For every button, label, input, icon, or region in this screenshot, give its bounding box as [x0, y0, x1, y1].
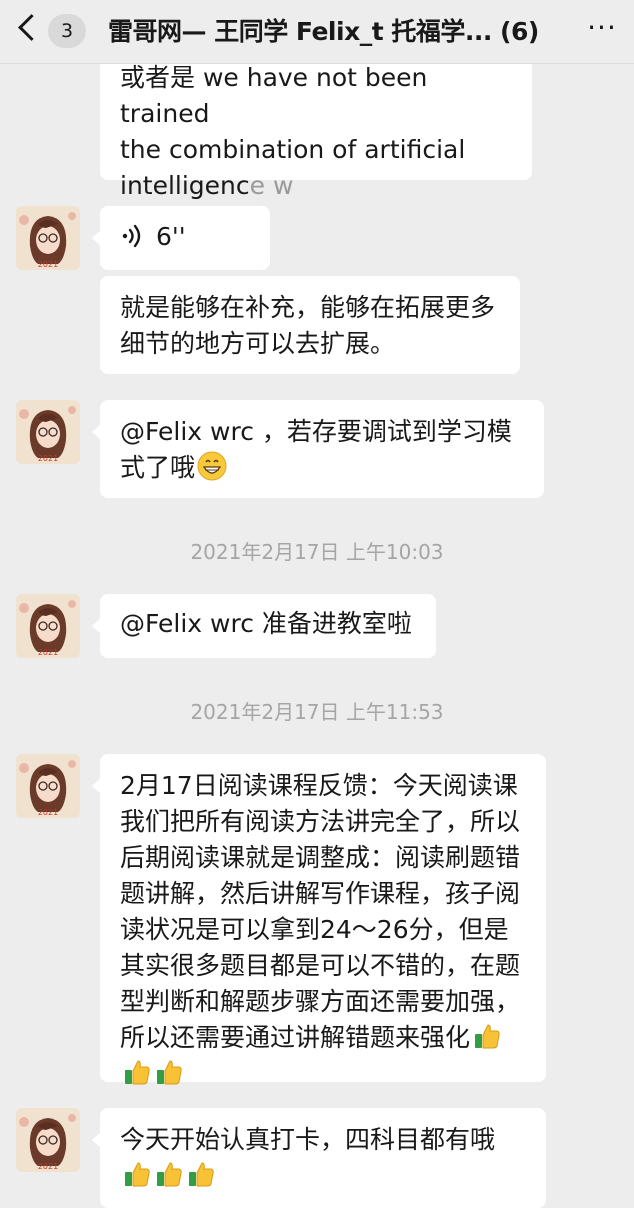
avatar-year: 2021 [38, 808, 58, 817]
avatar-year: 2021 [38, 454, 58, 463]
message-text: 就是能够在补充，能够在拓展更多细节的地方可以去扩展。 [120, 293, 496, 358]
message-bubble[interactable]: 今天开始认真打卡，四科目都有哦 [100, 1108, 546, 1208]
message-text: intelligenc [120, 171, 250, 200]
voice-wave-icon [122, 224, 141, 248]
avatar[interactable]: 2021 [16, 1108, 80, 1172]
timestamp: 2021年2月17日 上午10:03 [190, 540, 444, 564]
more-options-button[interactable]: ··· [582, 14, 622, 48]
avatar[interactable]: 2021 [16, 400, 80, 464]
avatar-year: 2021 [38, 1162, 58, 1171]
voice-duration: 6'' [156, 222, 186, 251]
thumbs-up-icon [125, 1162, 150, 1187]
unread-count-badge[interactable]: 3 [48, 14, 86, 48]
message-text-faded: e w [249, 171, 294, 200]
voice-message-bubble[interactable]: 6'' [100, 206, 270, 270]
message-text: 今天开始认真打卡，四科目都有哦 [120, 1125, 496, 1154]
message-text-line: 或者是 we have not been trained [120, 63, 428, 128]
thumbs-up-icon [189, 1162, 214, 1187]
avatar-year: 2021 [38, 260, 58, 269]
avatar[interactable]: 2021 [16, 594, 80, 658]
timestamp: 2021年2月17日 上午11:53 [190, 700, 444, 724]
message-text: @Felix wrc 准备进教室啦 [120, 609, 412, 638]
avatar-year: 2021 [38, 648, 58, 657]
chat-title: 雷哥网— 王同学 Felix_t 托福学... (6) [108, 17, 539, 46]
message-bubble[interactable]: 或者是 we have not been trained the combina… [100, 56, 532, 200]
message-bubble[interactable]: 2月17日阅读课程反馈：今天阅读课我们把所有阅读方法讲完全了，所以后期阅读课就是… [100, 754, 546, 1085]
thumbs-up-icon [475, 1024, 500, 1049]
chat-header: 3 雷哥网— 王同学 Felix_t 托福学... (6) ··· [0, 0, 634, 64]
back-chevron-icon[interactable] [18, 14, 45, 41]
message-text-line: intelligence w [120, 168, 512, 204]
message-bubble[interactable]: @Felix wrc ，若存要调试到学习模式了哦 [100, 400, 544, 498]
avatar[interactable]: 2021 [16, 754, 80, 818]
grinning-face-icon [197, 451, 227, 481]
message-bubble[interactable]: @Felix wrc 准备进教室啦 [100, 594, 436, 658]
message-text: 2月17日阅读课程反馈：今天阅读课我们把所有阅读方法讲完全了，所以后期阅读课就是… [120, 771, 521, 1052]
avatar[interactable]: 2021 [16, 206, 80, 270]
message-bubble[interactable]: 就是能够在补充，能够在拓展更多细节的地方可以去扩展。 [100, 276, 520, 374]
thumbs-up-icon [125, 1060, 150, 1085]
thumbs-up-icon [157, 1060, 182, 1085]
message-text-line: the combination of artificial [120, 135, 466, 164]
thumbs-up-icon [157, 1162, 182, 1187]
message-text: @Felix wrc ，若存要调试到学习模式了哦 [120, 417, 512, 482]
